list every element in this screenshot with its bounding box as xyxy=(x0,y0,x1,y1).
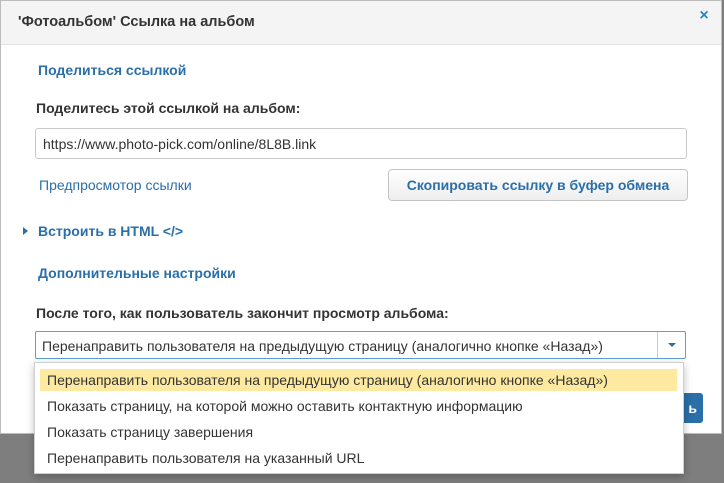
share-url-input[interactable] xyxy=(35,128,687,159)
preview-link[interactable]: Предпросмотор ссылки xyxy=(39,177,192,193)
embed-html-toggle[interactable]: Встроить в HTML </> xyxy=(38,223,183,239)
copy-link-button[interactable]: Скопировать ссылку в буфер обмена xyxy=(388,169,688,201)
after-view-dropdown: Перенаправить пользователя на предыдущую… xyxy=(34,362,684,474)
dropdown-option[interactable]: Показать страницу завершения xyxy=(40,421,253,443)
dropdown-option[interactable]: Перенаправить пользователя на указанный … xyxy=(40,447,364,469)
chevron-down-icon xyxy=(668,343,676,347)
close-icon[interactable]: × xyxy=(696,8,712,24)
share-link-label: Поделитесь этой ссылкой на альбом: xyxy=(36,100,301,116)
dialog-title: 'Фотоальбом' Ссылка на альбом xyxy=(18,14,255,30)
select-toggle[interactable] xyxy=(657,332,685,358)
after-view-label: После того, как пользователь закончит пр… xyxy=(36,305,449,321)
select-value: Перенаправить пользователя на предыдущую… xyxy=(42,338,603,354)
dropdown-option[interactable]: Перенаправить пользователя на предыдущую… xyxy=(40,369,677,391)
advanced-settings-heading[interactable]: Дополнительные настройки xyxy=(38,265,236,281)
after-view-select[interactable]: Перенаправить пользователя на предыдущую… xyxy=(35,331,686,359)
share-link-heading[interactable]: Поделиться ссылкой xyxy=(38,62,186,78)
expand-triangle-icon[interactable] xyxy=(23,227,28,235)
dialog-header: 'Фотоальбом' Ссылка на альбом × xyxy=(1,1,721,45)
dropdown-option[interactable]: Показать страницу, на которой можно оста… xyxy=(40,395,523,417)
